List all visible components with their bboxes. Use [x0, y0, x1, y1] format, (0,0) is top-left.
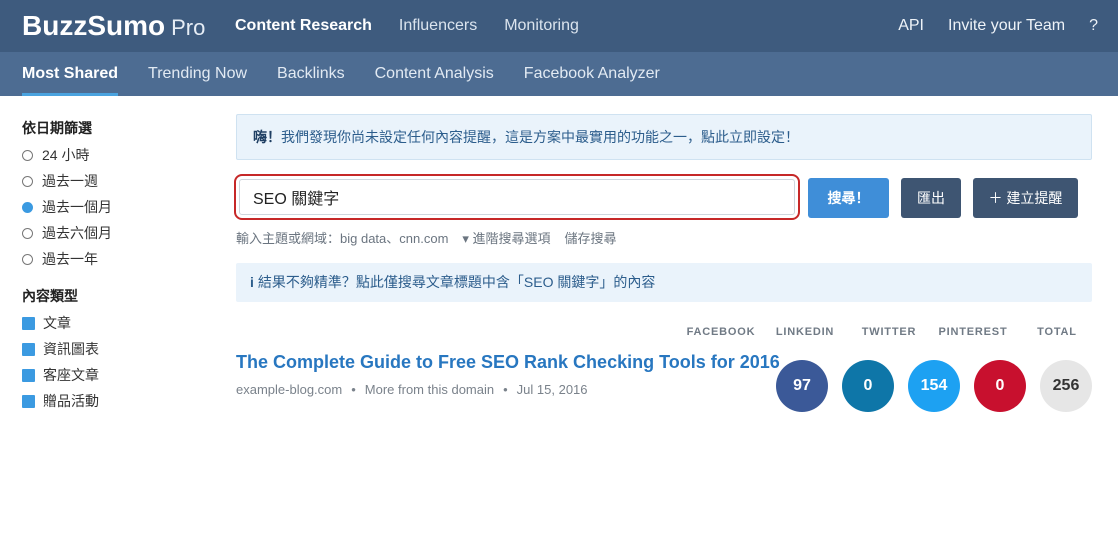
checkbox-checked-icon	[22, 368, 35, 382]
alert-strong: 嗨！	[253, 129, 281, 145]
content-type-heading: 內容類型	[22, 288, 78, 304]
date-option-label: 過去一年	[42, 251, 98, 267]
checkbox-checked-icon	[22, 394, 35, 408]
type-option-guest-posts[interactable]: 客座文章	[22, 362, 202, 388]
pinterest-share-count[interactable]: 0	[974, 360, 1026, 412]
tab-backlinks[interactable]: Backlinks	[277, 52, 345, 96]
meta-separator: •	[351, 382, 356, 397]
total-share-count[interactable]: 256	[1040, 360, 1092, 412]
brand-logo[interactable]: BuzzSumo Pro	[22, 10, 205, 42]
checkbox-checked-icon	[22, 316, 35, 330]
tab-content-analysis[interactable]: Content Analysis	[375, 52, 494, 96]
linkedin-share-count[interactable]: 0	[842, 360, 894, 412]
advanced-search-link[interactable]: ▾ 進階搜尋選項	[462, 228, 550, 247]
type-option-label: 資訊圖表	[43, 341, 99, 357]
save-search-link[interactable]: 儲存搜尋	[565, 228, 617, 247]
help-icon[interactable]: ?	[1089, 17, 1098, 35]
type-option-label: 客座文章	[43, 367, 99, 383]
type-option-infographics[interactable]: 資訊圖表	[22, 336, 202, 362]
tab-most-shared[interactable]: Most Shared	[22, 52, 119, 96]
content-alert-banner[interactable]: 嗨！我們發現你尚未設定任何內容提醒，這是方案中最實用的功能之一，點此立即設定！	[236, 114, 1092, 160]
column-header-total[interactable]: TOTAL	[1022, 326, 1092, 338]
search-hint-row: 輸入主題或網域：big data、cnn.com ▾ 進階搜尋選項 儲存搜尋	[236, 228, 617, 247]
result-date: Jul 15, 2016	[516, 382, 588, 397]
meta-separator: •	[503, 382, 508, 397]
create-alert-button[interactable]: ＋ 建立提醒	[973, 178, 1078, 218]
date-option-year[interactable]: 過去一年	[22, 246, 202, 272]
date-option-six-months[interactable]: 過去六個月	[22, 220, 202, 246]
type-option-articles[interactable]: 文章	[22, 310, 202, 336]
title-only-search-notice[interactable]: i 結果不夠精準？點此僅搜尋文章標題中含「SEO 關鍵字」的內容	[236, 263, 1092, 302]
search-button[interactable]: 搜尋！	[808, 178, 889, 218]
tab-trending-now[interactable]: Trending Now	[148, 52, 247, 96]
nav-api[interactable]: API	[898, 17, 924, 35]
twitter-share-count[interactable]: 154	[908, 360, 960, 412]
date-option-24h[interactable]: 24 小時	[22, 142, 202, 168]
column-header-linkedin[interactable]: LINKEDIN	[770, 326, 840, 338]
search-input[interactable]	[239, 179, 795, 215]
main-menu: Content Research Influencers Monitoring	[235, 0, 606, 52]
radio-icon	[22, 149, 33, 161]
column-header-twitter[interactable]: TWITTER	[854, 326, 924, 338]
alert-text: 我們發現你尚未設定任何內容提醒，這是方案中最實用的功能之一，點此立即設定！	[281, 129, 799, 145]
sub-tabs: Most Shared Trending Now Backlinks Conte…	[22, 52, 690, 96]
sub-navigation-bar: Most Shared Trending Now Backlinks Conte…	[0, 52, 1118, 96]
top-navigation-bar: BuzzSumo Pro Content Research Influencers…	[0, 0, 1118, 52]
tab-facebook-analyzer[interactable]: Facebook Analyzer	[524, 52, 660, 96]
date-option-label: 過去一週	[42, 173, 98, 189]
nav-invite-team[interactable]: Invite your Team	[948, 17, 1065, 35]
filter-sidebar: 依日期篩選 24 小時 過去一週 過去一個月 過去六個月 過去一年 內容類型 文…	[22, 118, 202, 414]
brand-name: BuzzSumo	[22, 10, 166, 41]
type-option-label: 文章	[43, 315, 71, 331]
search-input-highlight	[234, 174, 800, 220]
brand-tier: Pro	[171, 15, 206, 40]
date-option-label: 過去一個月	[42, 199, 112, 215]
export-button[interactable]: 匯出	[901, 178, 961, 218]
date-option-month[interactable]: 過去一個月	[22, 194, 202, 220]
info-icon: i	[250, 274, 254, 290]
nav-influencers[interactable]: Influencers	[399, 17, 477, 35]
date-option-label: 24 小時	[42, 147, 90, 163]
result-meta: example-blog.com • More from this domain…	[236, 382, 588, 397]
radio-selected-icon	[22, 201, 33, 213]
column-header-facebook[interactable]: FACEBOOK	[686, 326, 756, 338]
radio-icon	[22, 253, 33, 265]
account-menu: API Invite your Team ?	[874, 0, 1098, 52]
radio-icon	[22, 175, 33, 187]
date-option-label: 過去六個月	[42, 225, 112, 241]
facebook-share-count[interactable]: 97	[776, 360, 828, 412]
nav-monitoring[interactable]: Monitoring	[504, 17, 579, 35]
type-option-giveaways[interactable]: 贈品活動	[22, 388, 202, 414]
checkbox-checked-icon	[22, 342, 35, 356]
radio-icon	[22, 227, 33, 239]
date-filter-heading: 依日期篩選	[22, 120, 92, 136]
search-hint: 輸入主題或網域：big data、cnn.com	[236, 231, 449, 246]
type-option-label: 贈品活動	[43, 393, 99, 409]
result-title-link[interactable]: The Complete Guide to Free SEO Rank Chec…	[236, 352, 780, 373]
nav-content-research[interactable]: Content Research	[235, 17, 372, 35]
date-option-week[interactable]: 過去一週	[22, 168, 202, 194]
more-from-domain-link[interactable]: More from this domain	[365, 382, 494, 397]
column-header-pinterest[interactable]: PINTEREST	[938, 326, 1008, 338]
title-only-notice-text: 結果不夠精準？點此僅搜尋文章標題中含「SEO 關鍵字」的內容	[257, 274, 656, 290]
result-domain: example-blog.com	[236, 382, 343, 397]
